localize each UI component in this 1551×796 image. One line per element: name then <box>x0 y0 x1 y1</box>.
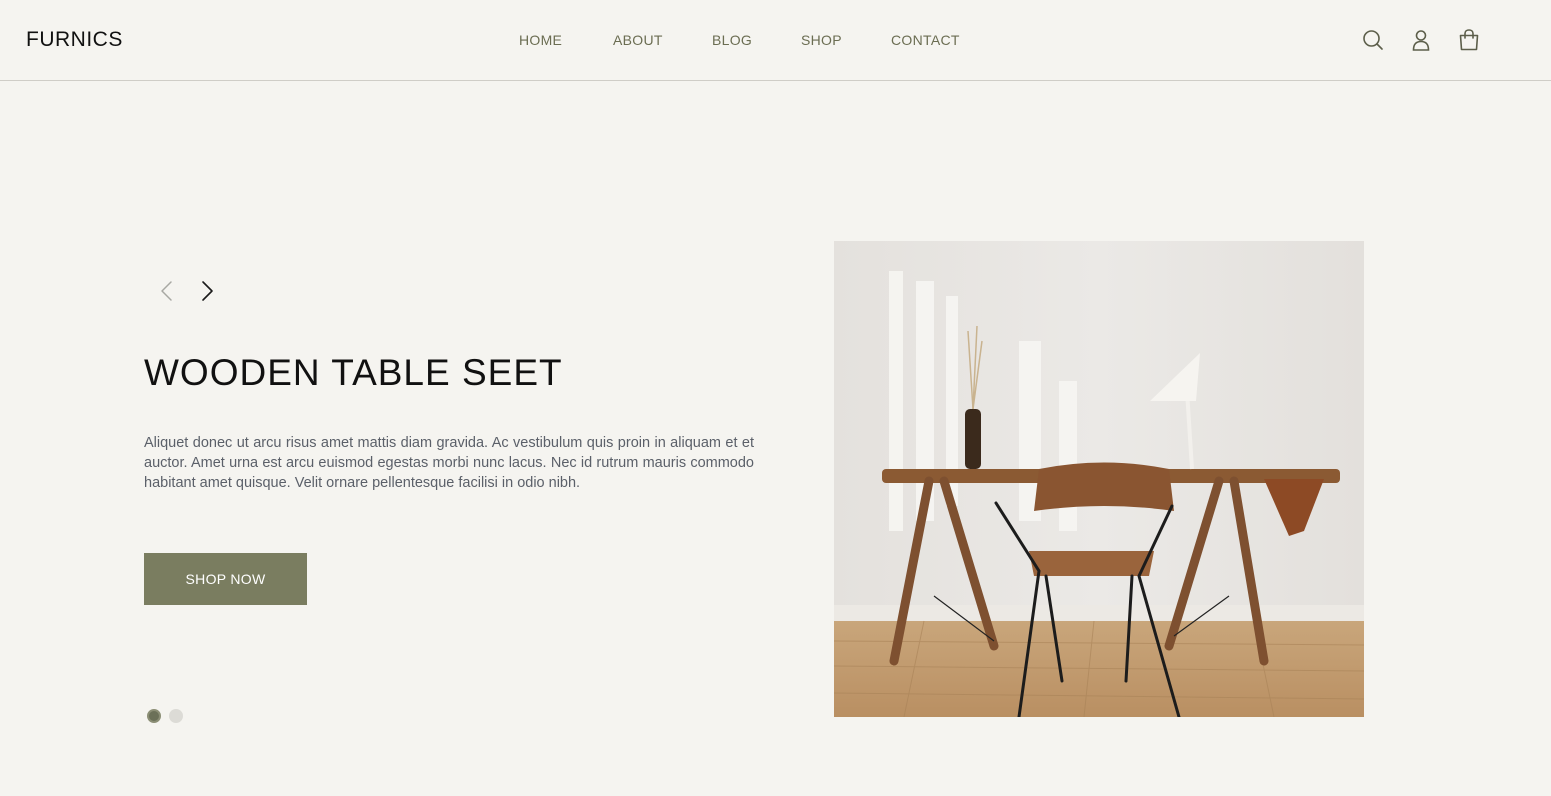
nav-item-home[interactable]: HOME <box>519 32 562 48</box>
shop-now-button[interactable]: SHOP NOW <box>144 553 307 605</box>
slide-dot-2[interactable] <box>169 709 183 723</box>
slide-dot-1[interactable] <box>147 709 161 723</box>
search-icon[interactable] <box>1360 27 1386 53</box>
site-header: FURNICS HOME ABOUT BLOG SHOP CONTACT <box>0 0 1551 81</box>
nav-item-about[interactable]: ABOUT <box>613 32 663 48</box>
next-slide-arrow-icon[interactable] <box>195 278 219 304</box>
hero-title: WOODEN TABLE SEET <box>144 352 563 393</box>
shopping-bag-icon[interactable] <box>1456 27 1482 53</box>
hero-product-image <box>834 241 1364 717</box>
nav-item-contact[interactable]: CONTACT <box>891 32 960 48</box>
main-nav: HOME ABOUT BLOG SHOP CONTACT <box>0 32 1551 52</box>
prev-slide-arrow-icon[interactable] <box>155 278 179 304</box>
user-icon[interactable] <box>1408 27 1434 53</box>
nav-item-blog[interactable]: BLOG <box>712 32 752 48</box>
hero-description: Aliquet donec ut arcu risus amet mattis … <box>144 435 754 491</box>
nav-item-shop[interactable]: SHOP <box>801 32 842 48</box>
